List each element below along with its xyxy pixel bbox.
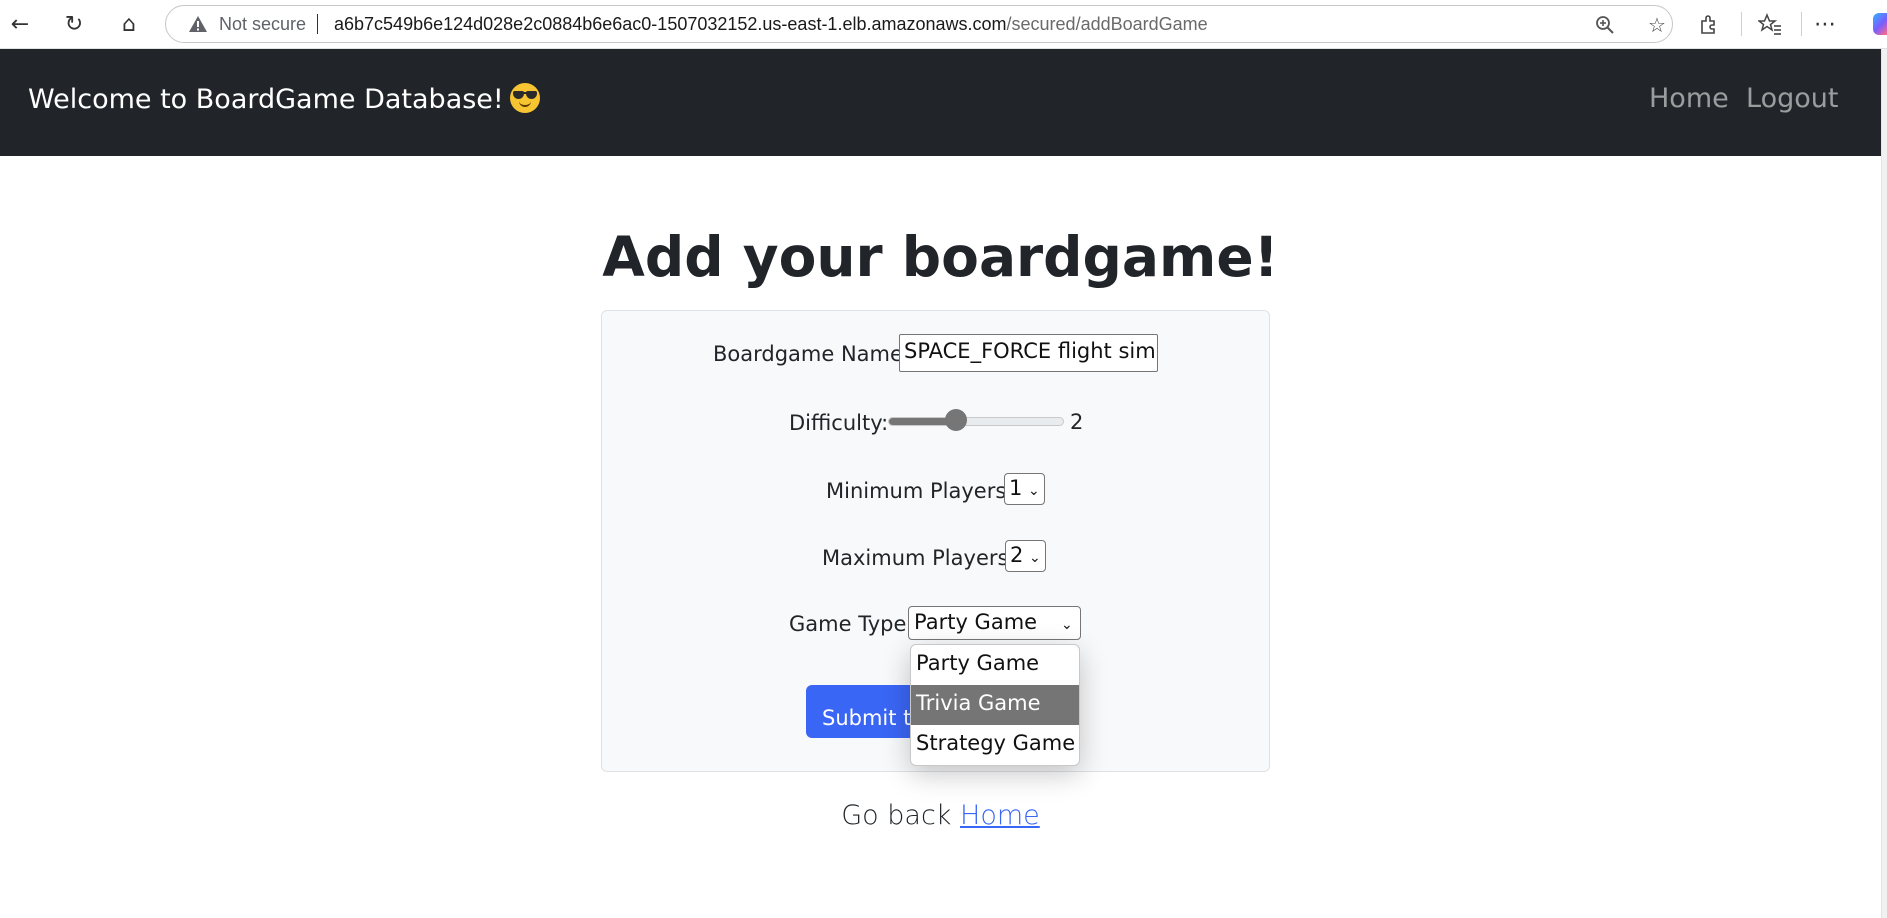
game-type-label: Game Type:: [789, 612, 914, 636]
game-type-select[interactable]: Party Game ⌄: [908, 606, 1081, 640]
brand-text: Welcome to BoardGame Database!: [28, 84, 504, 115]
chevron-down-icon: ⌄: [1061, 617, 1073, 633]
difficulty-slider[interactable]: [888, 417, 1064, 426]
min-players-value: 1: [1009, 476, 1023, 500]
favorites-icon[interactable]: [1753, 8, 1787, 40]
difficulty-value: 2: [1070, 410, 1084, 434]
copilot-icon[interactable]: [1873, 13, 1887, 35]
chevron-down-icon: ⌄: [1029, 550, 1041, 566]
min-players-select[interactable]: 1 ⌄: [1004, 473, 1045, 505]
extensions-icon[interactable]: [1692, 8, 1726, 40]
difficulty-label: Difficulty:: [789, 411, 889, 435]
difficulty-slider-thumb[interactable]: [945, 409, 967, 431]
sunglasses-emoji-icon: [509, 83, 540, 113]
address-bar[interactable]: Not secure a6b7c549b6e124d028e2c0884b6e6…: [165, 5, 1673, 43]
nav-home-link[interactable]: Home: [1649, 83, 1729, 114]
warning-icon: [189, 16, 207, 32]
home-icon[interactable]: ⌂: [112, 8, 146, 40]
max-players-select[interactable]: 2 ⌄: [1005, 540, 1046, 572]
url-path: /secured/addBoardGame: [1006, 14, 1208, 34]
toolbar-divider: [1801, 12, 1802, 36]
url-host: a6b7c549b6e124d028e2c0884b6e6ac0-1507032…: [334, 14, 1007, 34]
address-divider: [317, 14, 318, 34]
go-back-text: Go back: [841, 800, 952, 831]
navbar-brand[interactable]: Welcome to BoardGame Database!: [28, 83, 540, 115]
submit-button[interactable]: Submit the boardgame: [806, 685, 926, 738]
game-type-dropdown: Party Game Trivia Game Strategy Game: [910, 644, 1080, 766]
more-options-icon[interactable]: ⋯: [1808, 8, 1842, 40]
navbar: Welcome to BoardGame Database! Home Logo…: [0, 49, 1881, 156]
option-strategy-game[interactable]: Strategy Game: [911, 725, 1079, 765]
url-text[interactable]: a6b7c549b6e124d028e2c0884b6e6ac0-1507032…: [334, 14, 1208, 35]
browser-toolbar: ← ↻ ⌂ Not secure a6b7c549b6e124d028e2c08…: [0, 0, 1887, 49]
back-icon[interactable]: ←: [3, 8, 37, 40]
go-back-home-link[interactable]: Home: [960, 800, 1040, 831]
favorite-star-icon[interactable]: ☆: [1644, 12, 1670, 38]
min-players-label: Minimum Players:: [826, 479, 1014, 503]
go-back-line: Go back Home: [0, 800, 1881, 831]
name-label: Boardgame Name:: [713, 342, 910, 366]
toolbar-divider: [1741, 12, 1742, 36]
zoom-icon[interactable]: [1592, 12, 1618, 38]
refresh-icon[interactable]: ↻: [57, 8, 91, 40]
option-party-game[interactable]: Party Game: [911, 645, 1079, 685]
max-players-value: 2: [1010, 543, 1024, 567]
chevron-down-icon: ⌄: [1028, 483, 1040, 499]
page-scrollbar[interactable]: [1881, 49, 1887, 918]
security-status[interactable]: Not secure: [219, 14, 306, 35]
max-players-label: Maximum Players:: [822, 546, 1016, 570]
boardgame-name-input[interactable]: SPACE_FORCE flight simul: [899, 334, 1158, 372]
nav-logout-link[interactable]: Logout: [1746, 83, 1838, 114]
game-type-value: Party Game: [914, 610, 1038, 634]
page-title: Add your boardgame!: [602, 225, 1279, 289]
option-trivia-game[interactable]: Trivia Game: [911, 685, 1079, 725]
